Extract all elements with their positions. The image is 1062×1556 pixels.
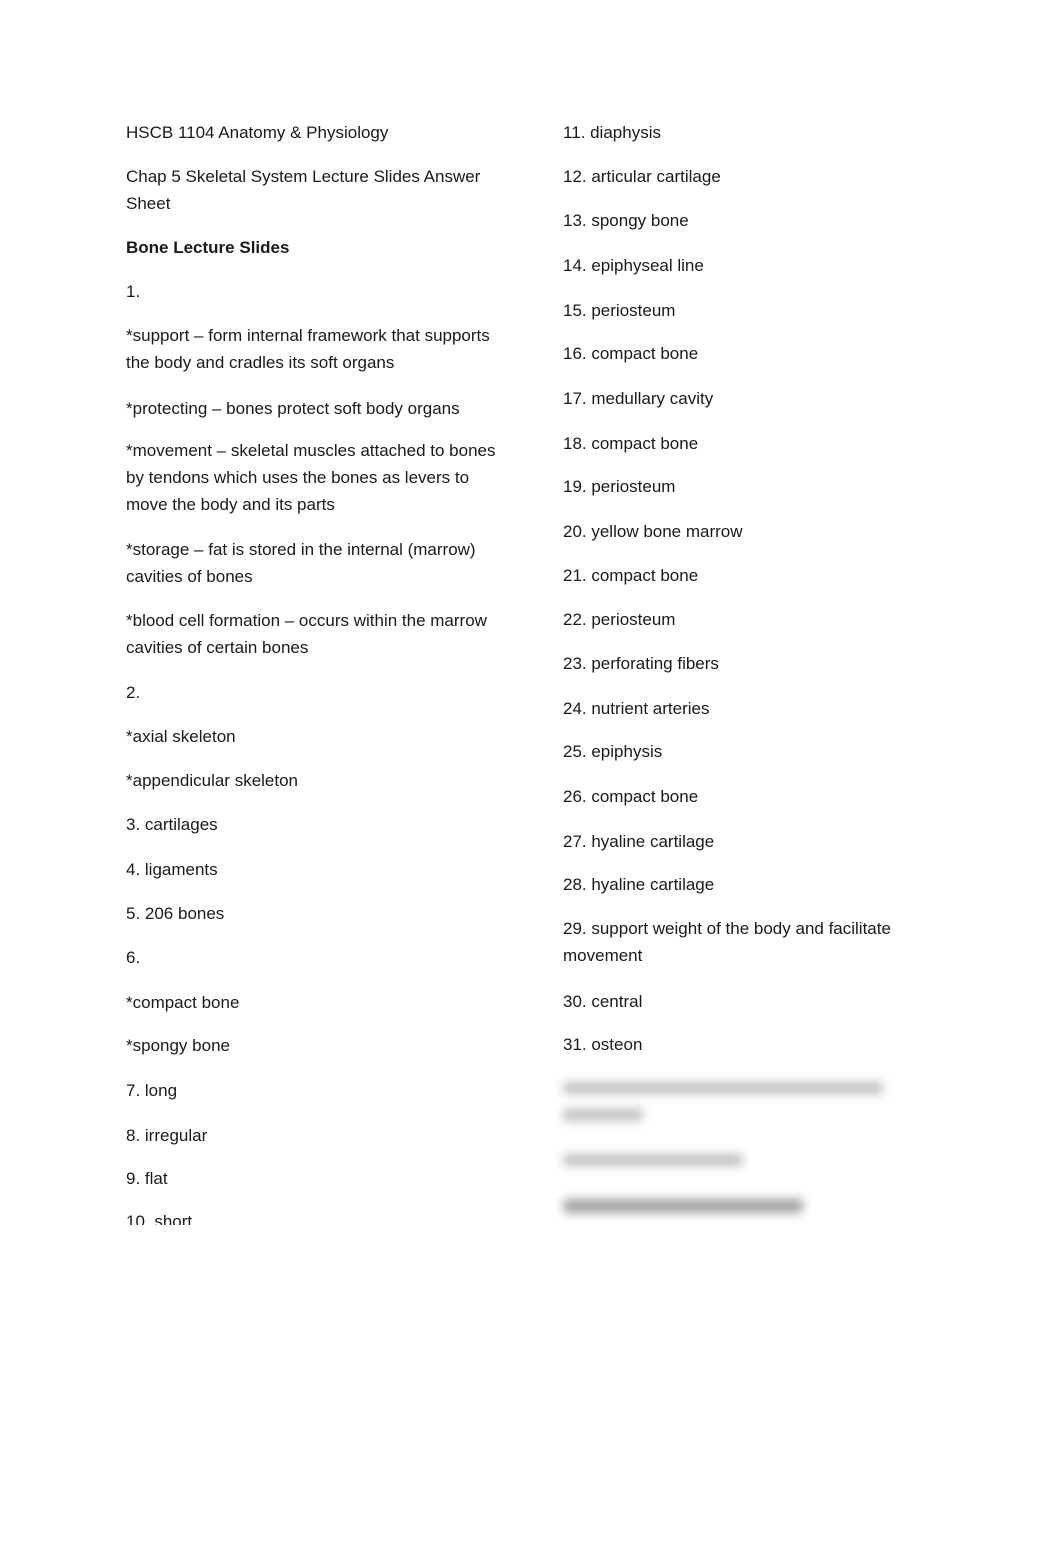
left-paragraph: 3. cartilages [126,815,218,834]
right-paragraph: 29. support weight of the body and facil… [563,919,891,965]
right-paragraph: 11. diaphysis [563,123,661,142]
right-paragraph: 20. yellow bone marrow [563,522,743,541]
left-paragraph: *movement – skeletal muscles attached to… [126,441,496,514]
left-paragraph: *appendicular skeleton [126,771,299,790]
right-paragraph: 17. medullary cavity [563,389,714,408]
right-paragraph: 30. central [563,992,643,1011]
right-paragraph: 21. compact bone [563,566,699,585]
left-paragraph: *compact bone [126,993,240,1012]
left-paragraph: Chap 5 Skeletal System Lecture Slides An… [126,167,481,213]
left-paragraph: HSCB 1104 Anatomy & Physiology [126,123,389,142]
right-paragraph: 26. compact bone [563,787,699,806]
right-paragraph: 28. hyaline cartilage [563,875,715,894]
left-paragraph: *blood cell formation – occurs within th… [126,611,487,657]
left-paragraph: *axial skeleton [126,727,236,746]
left-paragraph: 2. [126,683,141,702]
right-paragraph: 18. compact bone [563,434,699,453]
left-paragraph: 8. irregular [126,1126,208,1145]
right-paragraph: 23. perforating fibers [563,654,719,673]
document-page: HSCB 1104 Anatomy & Physiology Chap 5 Ske… [0,0,1062,1225]
right-paragraph: 13. spongy bone [563,211,689,230]
left-paragraph: 10. short [126,1212,193,1225]
right-paragraph: 25. epiphysis [563,742,663,761]
left-paragraph: *support – form internal framework that … [126,326,490,372]
right-paragraph: 19. periosteum [563,477,676,496]
left-paragraph: 5. 206 bones [126,904,225,923]
right-paragraph: 24. nutrient arteries [563,699,710,718]
left-paragraph: *protecting – bones protect soft body or… [126,399,460,418]
right-paragraph: 16. compact bone [563,344,699,363]
right-paragraph: 12. articular cartilage [563,167,721,186]
right-paragraph: 27. hyaline cartilage [563,832,715,851]
left-paragraph: 1. [126,282,141,301]
right-paragraph: 14. epiphyseal line [563,256,704,275]
right-paragraph: 31. osteon [563,1035,643,1054]
left-paragraph: *spongy bone [126,1036,230,1055]
right-paragraph: 22. periosteum [563,610,676,629]
left-paragraph: *storage – fat is stored in the internal… [126,540,476,586]
left-paragraph: 6. [126,948,141,967]
left-paragraph: Bone Lecture Slides [126,238,290,257]
left-paragraph: 7. long [126,1081,178,1100]
right-paragraph: 15. periosteum [563,301,676,320]
left-paragraph: 4. ligaments [126,860,218,879]
left-paragraph: 9. flat [126,1169,168,1188]
